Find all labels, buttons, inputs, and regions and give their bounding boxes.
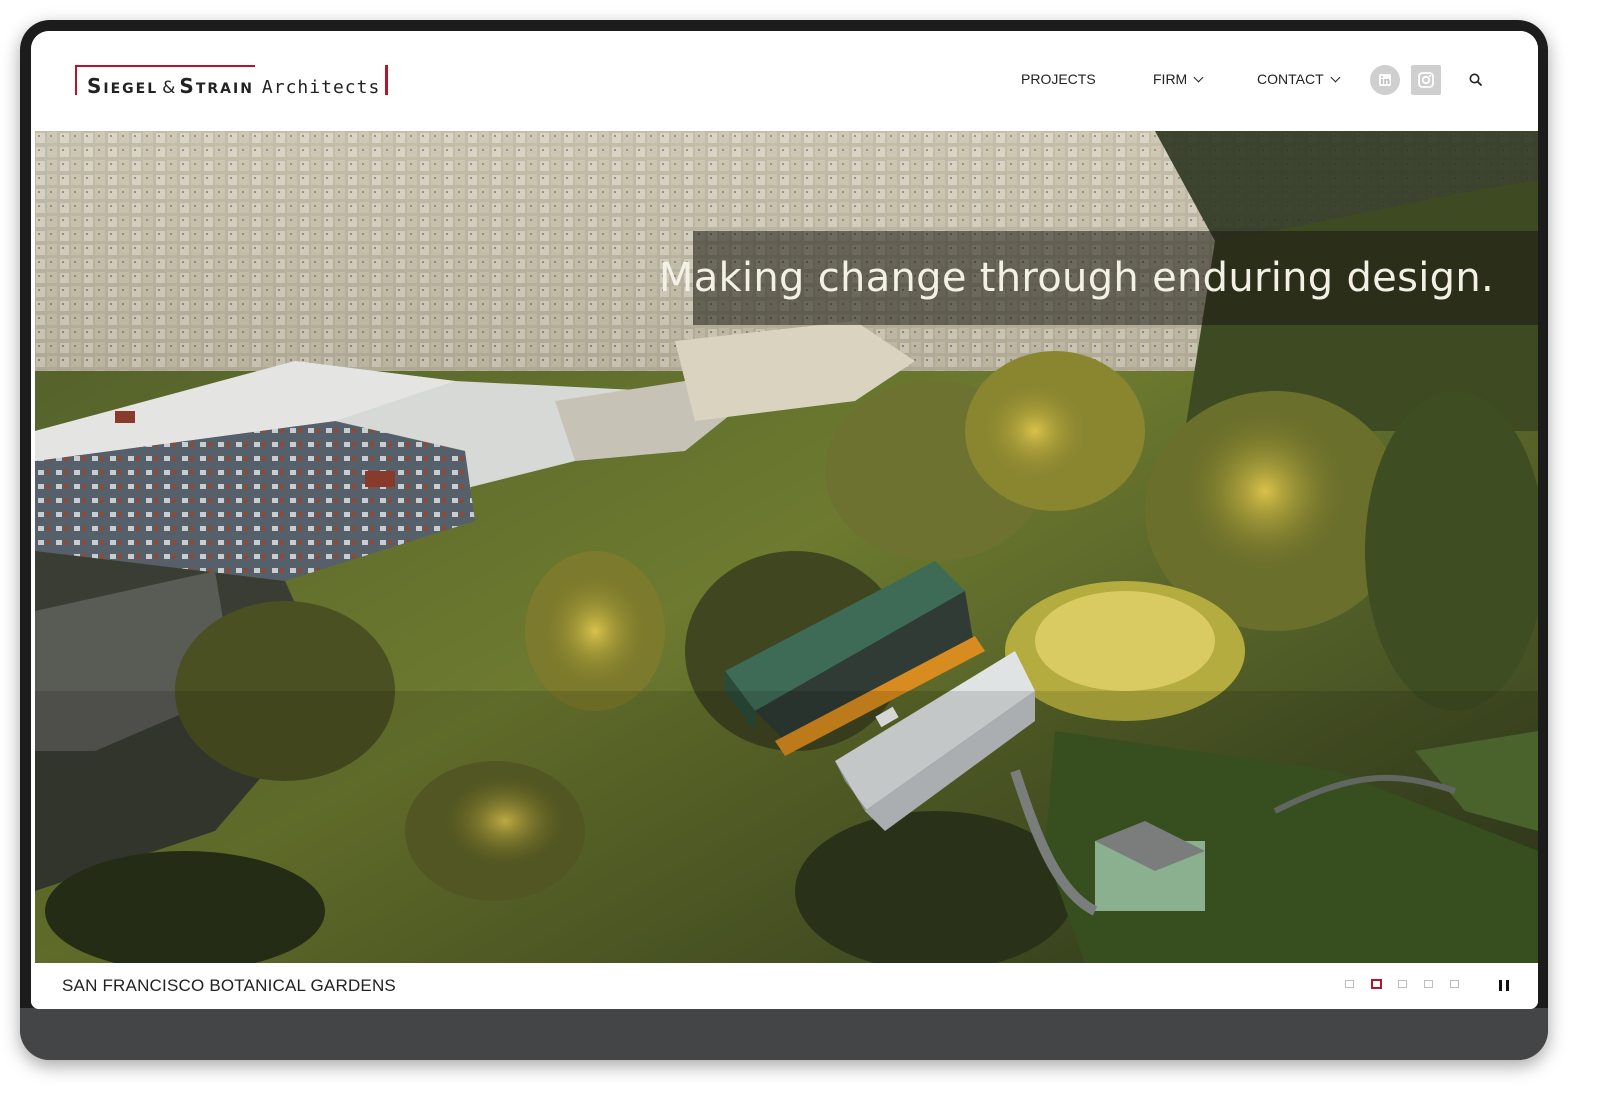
slide-caption[interactable]: SAN FRANCISCO BOTANICAL GARDENS xyxy=(62,976,396,996)
nav-item-projects[interactable]: PROJECTS xyxy=(1021,71,1096,87)
slideshow-caption-bar: SAN FRANCISCO BOTANICAL GARDENS xyxy=(31,963,1538,1009)
logo-ampersand: & xyxy=(162,78,176,98)
search-icon xyxy=(1469,73,1482,86)
hero-tagline-band: Making change through enduring design. xyxy=(659,231,1538,325)
nav-item-label: CONTACT xyxy=(1257,71,1324,87)
device-frame: Siegel & Strain Architects PROJECTS FIRM CO… xyxy=(20,20,1548,1060)
logo-rule xyxy=(75,65,77,95)
slide-indicator-1[interactable] xyxy=(1345,980,1354,988)
slide-indicators xyxy=(1345,979,1476,989)
nav-item-firm[interactable]: FIRM xyxy=(1153,71,1204,87)
browser-viewport: Siegel & Strain Architects PROJECTS FIRM CO… xyxy=(31,31,1538,1009)
device-bezel-bottom xyxy=(20,1008,1548,1060)
slide-indicator-3[interactable] xyxy=(1398,980,1407,988)
search-button[interactable] xyxy=(1467,71,1485,89)
linkedin-link[interactable] xyxy=(1370,65,1400,95)
hero-tagline: Making change through enduring design. xyxy=(658,255,1494,301)
logo-name-siegel: Siegel xyxy=(87,74,159,98)
slide-indicator-5[interactable] xyxy=(1450,980,1459,988)
chevron-down-icon xyxy=(1193,72,1204,82)
logo-suffix: Architects xyxy=(261,77,381,98)
instagram-link[interactable] xyxy=(1411,65,1441,95)
logo-wordmark: Siegel & Strain Architects xyxy=(87,74,380,98)
logo-rule xyxy=(75,65,255,67)
nav-item-label: PROJECTS xyxy=(1021,71,1096,87)
pause-icon xyxy=(1506,980,1509,991)
slide-indicator-4[interactable] xyxy=(1424,980,1433,988)
pause-icon xyxy=(1499,980,1502,991)
hero-slide-image[interactable]: Making change through enduring design. xyxy=(35,131,1538,963)
chevron-down-icon xyxy=(1330,72,1341,82)
nav-item-contact[interactable]: CONTACT xyxy=(1257,71,1341,87)
nav-item-label: FIRM xyxy=(1153,71,1188,87)
logo-name-strain: Strain xyxy=(179,74,254,98)
site-header: Siegel & Strain Architects PROJECTS FIRM CO… xyxy=(31,31,1538,131)
instagram-icon xyxy=(1418,72,1434,88)
logo-rule xyxy=(385,65,388,95)
pause-button[interactable] xyxy=(1499,980,1509,991)
slide-indicator-2[interactable] xyxy=(1371,979,1382,989)
linkedin-icon xyxy=(1379,74,1391,86)
